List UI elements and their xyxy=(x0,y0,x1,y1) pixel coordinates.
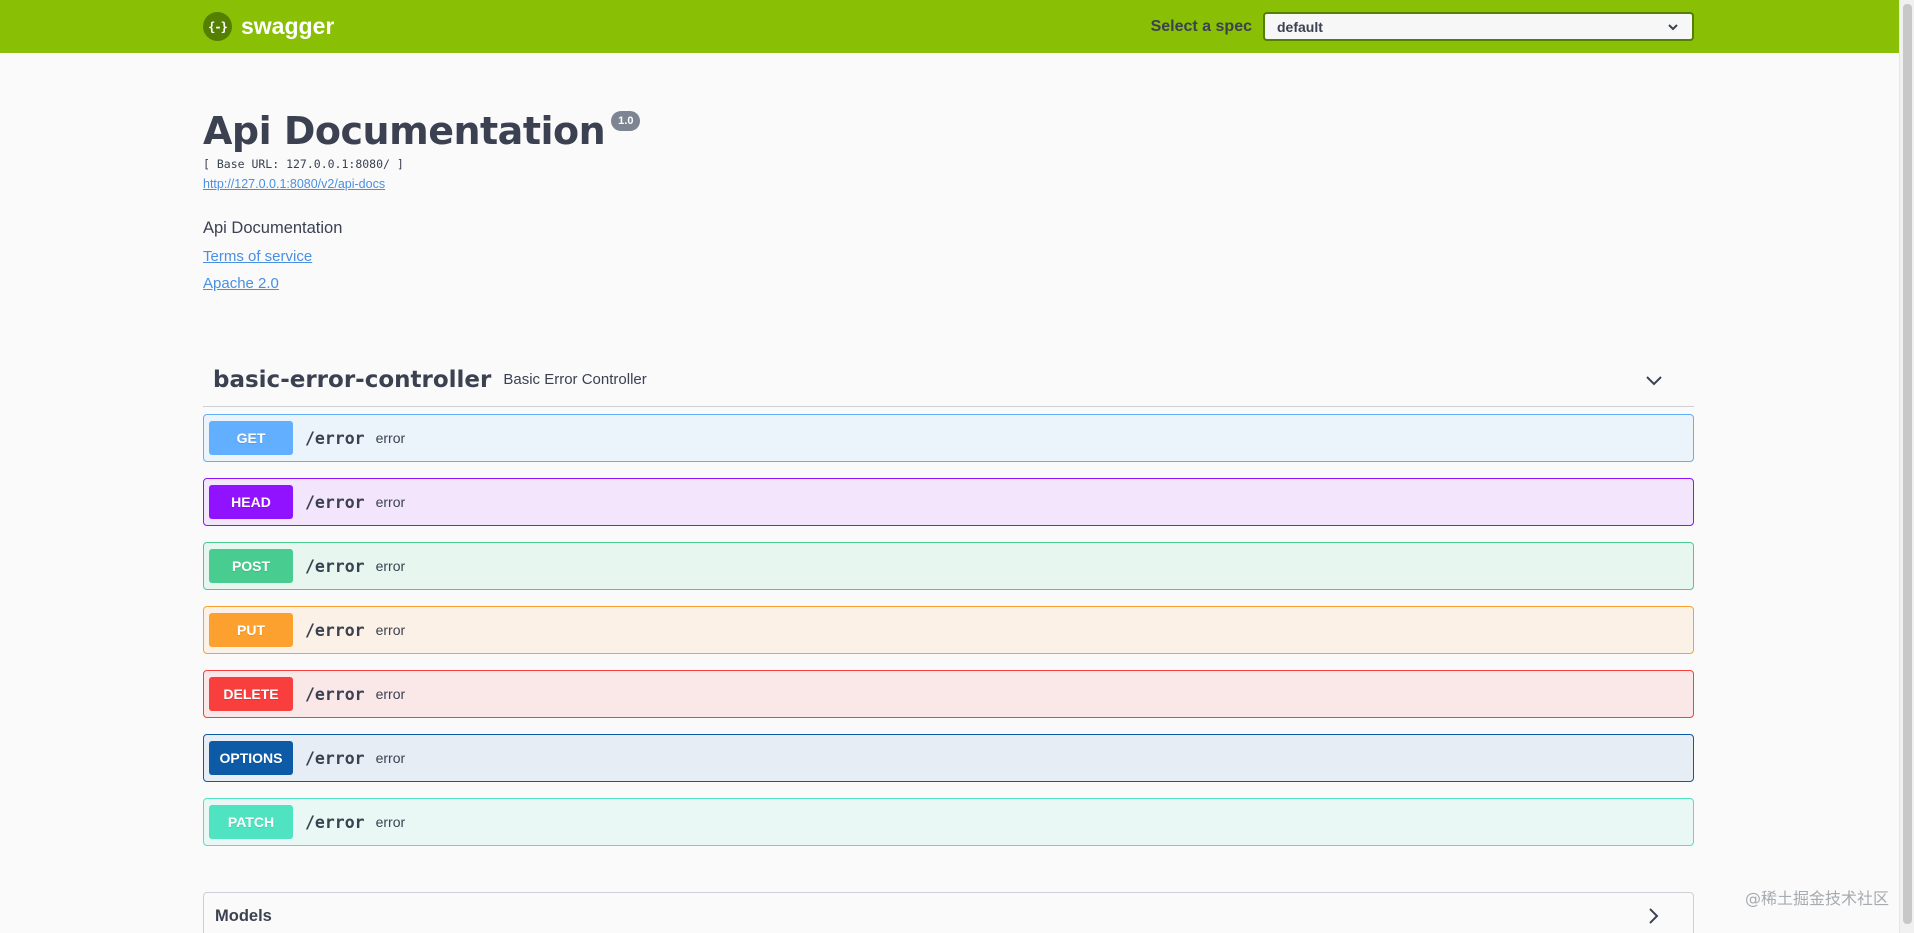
spec-select-value: default xyxy=(1277,18,1323,35)
method-badge-options: OPTIONS xyxy=(209,741,293,775)
operation-summary: error xyxy=(375,494,406,510)
api-description: Api Documentation xyxy=(203,219,343,237)
method-badge-patch: PATCH xyxy=(209,805,293,839)
operation-path: /error xyxy=(305,556,365,576)
logo-text: swagger xyxy=(241,13,335,39)
operation-delete-error[interactable]: DELETE /error error xyxy=(203,670,1694,718)
swagger-logo[interactable]: {-} swagger xyxy=(203,12,334,41)
license-link[interactable]: Apache 2.0 xyxy=(203,275,279,292)
method-badge-delete: DELETE xyxy=(209,677,293,711)
spec-selector: Select a spec default xyxy=(1151,12,1694,41)
operation-path: /error xyxy=(305,812,365,832)
operation-post-error[interactable]: POST /error error xyxy=(203,542,1694,590)
operation-summary: error xyxy=(375,430,406,446)
scrollbar-thumb[interactable] xyxy=(1903,4,1912,924)
base-url: [ Base URL: 127.0.0.1:8080/ ] xyxy=(203,157,404,171)
operation-options-error[interactable]: OPTIONS /error error xyxy=(203,734,1694,782)
operation-patch-error[interactable]: PATCH /error error xyxy=(203,798,1694,846)
method-badge-put: PUT xyxy=(209,613,293,647)
operation-path: /error xyxy=(305,492,365,512)
spec-label: Select a spec xyxy=(1150,17,1252,35)
page-title: Api Documentation xyxy=(203,109,606,153)
method-badge-post: POST xyxy=(209,549,293,583)
operation-head-error[interactable]: HEAD /error error xyxy=(203,478,1694,526)
chevron-down-icon[interactable] xyxy=(1644,370,1664,390)
operations-list: GET /error error HEAD /error error POST … xyxy=(203,414,1694,862)
api-info: Api Documentation 1.0 [ Base URL: 127.0.… xyxy=(203,105,1694,292)
topbar: {-} swagger Select a spec default xyxy=(0,0,1899,53)
operation-path: /error xyxy=(305,620,365,640)
version-badge: 1.0 xyxy=(611,111,641,131)
chevron-down-icon xyxy=(1668,24,1678,31)
operation-summary: error xyxy=(375,750,406,766)
operation-path: /error xyxy=(305,428,365,448)
method-badge-get: GET xyxy=(209,421,293,455)
operation-summary: error xyxy=(375,686,406,702)
models-title: Models xyxy=(215,907,272,925)
operation-summary: error xyxy=(375,622,406,638)
method-badge-head: HEAD xyxy=(209,485,293,519)
chevron-right-icon[interactable] xyxy=(1643,906,1663,926)
spec-select[interactable]: default xyxy=(1263,12,1694,41)
operation-get-error[interactable]: GET /error error xyxy=(203,414,1694,462)
swagger-logo-icon: {-} xyxy=(203,12,232,41)
models-section[interactable]: Models xyxy=(203,892,1694,933)
tag-header-basic-error-controller[interactable]: basic-error-controller Basic Error Contr… xyxy=(203,353,1694,407)
operation-path: /error xyxy=(305,684,365,704)
page-scrollbar[interactable] xyxy=(1899,0,1914,933)
operation-summary: error xyxy=(375,558,406,574)
operation-put-error[interactable]: PUT /error error xyxy=(203,606,1694,654)
terms-of-service-link[interactable]: Terms of service xyxy=(203,248,312,265)
operation-path: /error xyxy=(305,748,365,768)
tag-description: Basic Error Controller xyxy=(503,371,647,388)
api-docs-link[interactable]: http://127.0.0.1:8080/v2/api-docs xyxy=(203,177,385,191)
watermark: @稀土掘金技术社区 xyxy=(1744,889,1889,908)
operation-summary: error xyxy=(375,814,406,830)
tag-name: basic-error-controller xyxy=(213,366,492,393)
